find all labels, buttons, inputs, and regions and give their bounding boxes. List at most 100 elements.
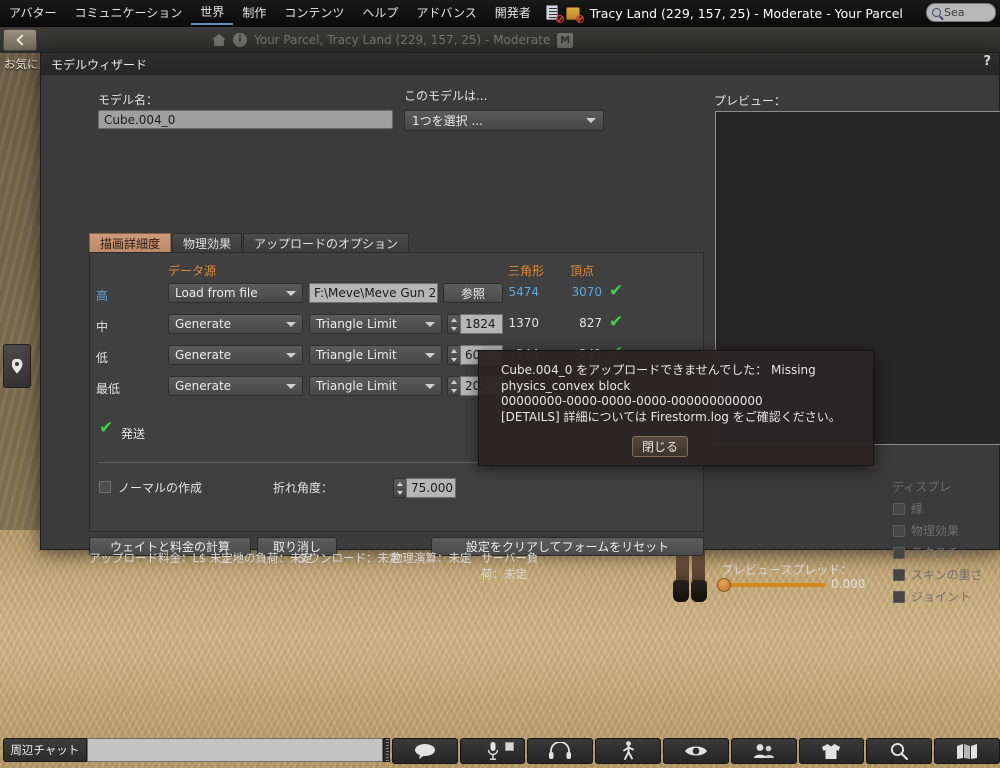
- spinner-down-icon[interactable]: [451, 326, 457, 331]
- home-icon[interactable]: [212, 34, 226, 46]
- toolbar-button-media[interactable]: [527, 738, 594, 764]
- lod-source-dropdown-low[interactable]: Generate: [168, 345, 303, 365]
- menu-item-developer[interactable]: 開発者: [486, 2, 540, 24]
- lod-source-dropdown-high[interactable]: Load from file: [168, 283, 303, 303]
- avatar-boot-left: [673, 580, 689, 602]
- spinner-down-icon[interactable]: [397, 490, 403, 495]
- lod-limit-type-dropdown-medium[interactable]: Triangle Limit: [309, 314, 442, 334]
- model-wizard-floater[interactable]: モデルウィザード ? モデル名： このモデルは... 1つを選択 ... 描画詳…: [40, 52, 1000, 604]
- menu-item-world[interactable]: 世界: [191, 1, 234, 25]
- lod-limit-spinner-lowest[interactable]: [447, 376, 460, 396]
- help-button[interactable]: ?: [983, 54, 991, 69]
- lod-limit-type-dropdown-lowest[interactable]: Triangle Limit: [309, 376, 442, 396]
- people-group-icon: [753, 744, 774, 758]
- preview-spread-knob[interactable]: [717, 578, 731, 592]
- bottom-toolbar[interactable]: 周辺チャット: [0, 738, 1000, 768]
- floater-title-bar[interactable]: モデルウィザード ?: [41, 53, 999, 75]
- toolbar-button-move[interactable]: [595, 738, 661, 764]
- toolbar-button-chat[interactable]: [391, 738, 458, 764]
- toolbar-button-view[interactable]: [663, 738, 729, 764]
- maturity-badge: M: [557, 32, 574, 48]
- toolbar-button-voice[interactable]: [459, 738, 526, 764]
- preview-spread-slider[interactable]: [721, 583, 826, 587]
- wizard-tabs[interactable]: 描画詳細度 物理効果 アップロードのオプション: [89, 233, 410, 252]
- spinner-up-icon[interactable]: [451, 317, 457, 322]
- checkbox[interactable]: [893, 546, 905, 559]
- toolbar-button-people[interactable]: [730, 738, 797, 764]
- display-option-label: ジョイント: [911, 590, 972, 604]
- search-icon: [932, 8, 941, 17]
- lod-limit-spinner-low[interactable]: [447, 345, 460, 365]
- lod-limit-spinner-medium[interactable]: [447, 314, 460, 334]
- back-button[interactable]: [3, 29, 37, 51]
- display-option-textures[interactable]: テクスチャ: [893, 544, 971, 561]
- navbar-location-group[interactable]: i Your Parcel, Tracy Land (229, 157, 25)…: [212, 32, 574, 48]
- menu-item-build[interactable]: 制作: [233, 2, 275, 24]
- lod-row-label-high: 高: [96, 289, 109, 303]
- this-model-label: このモデルは...: [404, 89, 488, 103]
- tab-level-of-detail[interactable]: 描画詳細度: [89, 233, 172, 252]
- display-option-physics[interactable]: 物理効果: [893, 522, 959, 539]
- tab-upload-options[interactable]: アップロードのオプション: [243, 233, 410, 252]
- spinner-up-icon[interactable]: [451, 379, 457, 384]
- info-icon[interactable]: i: [233, 33, 247, 47]
- display-option-label: 縁: [911, 502, 924, 516]
- minimap-pin-button[interactable]: [3, 344, 31, 388]
- column-header-source: データ源: [168, 264, 217, 278]
- toolbar-button-search[interactable]: [866, 738, 933, 764]
- crease-angle-label: 折れ角度：: [273, 481, 334, 495]
- menu-item-help[interactable]: ヘルプ: [353, 2, 407, 24]
- search-icon: [891, 742, 909, 760]
- tab-physics[interactable]: 物理効果: [172, 233, 243, 252]
- browse-button-high[interactable]: 参照: [443, 283, 503, 303]
- display-option-label: スキンの重さ: [911, 568, 983, 582]
- navbar-location-text: Your Parcel, Tracy Land (229, 157, 25) -…: [254, 33, 551, 47]
- model-name-input[interactable]: [98, 110, 393, 129]
- main-menu-bar[interactable]: アバター コミュニケーション 世界 制作 コンテンツ ヘルプ アドバンス 開発者…: [0, 0, 1000, 27]
- lod-source-dropdown-medium[interactable]: Generate: [168, 314, 303, 334]
- status-physics: 物理演算：未定: [391, 551, 472, 565]
- menu-item-communication[interactable]: コミュニケーション: [66, 2, 192, 24]
- voice-toggle-indicator[interactable]: [505, 742, 515, 751]
- preview-spread-label: プレビュースプレッド：: [721, 563, 853, 577]
- chevron-down-icon: [286, 290, 296, 296]
- lod-limit-type-dropdown-low[interactable]: Triangle Limit: [309, 345, 442, 365]
- menu-item-advanced[interactable]: アドバンス: [407, 2, 485, 24]
- spinner-up-icon[interactable]: [451, 348, 457, 353]
- lod-source-dropdown-lowest[interactable]: Generate: [168, 376, 303, 396]
- this-model-value: 1つを選択 ...: [412, 114, 483, 128]
- crease-angle-value[interactable]: 75.000: [406, 478, 456, 498]
- local-chat-button[interactable]: 周辺チャット: [3, 738, 87, 762]
- menu-item-content[interactable]: コンテンツ: [275, 2, 353, 24]
- spinner-down-icon[interactable]: [451, 357, 457, 362]
- column-header-triangles: 三角形: [508, 264, 545, 278]
- chat-resize-grip[interactable]: [382, 738, 390, 762]
- lod-file-path-high[interactable]: F:\Meve\Meve Gun 2 K: [309, 283, 438, 303]
- chat-input[interactable]: [86, 738, 383, 762]
- checkbox[interactable]: [893, 502, 905, 515]
- crease-angle-spinner[interactable]: [393, 478, 406, 498]
- navigation-bar[interactable]: i Your Parcel, Tracy Land (229, 157, 25)…: [0, 27, 1000, 53]
- display-option-edges[interactable]: 縁: [893, 500, 923, 517]
- checkbox[interactable]: [893, 590, 905, 603]
- toolbar-button-map[interactable]: [934, 738, 1000, 764]
- generate-normals-checkbox[interactable]: [99, 481, 111, 493]
- menu-item-avatar[interactable]: アバター: [0, 2, 66, 24]
- checkbox[interactable]: [893, 524, 905, 537]
- build-disabled-icon: [565, 5, 584, 23]
- this-model-dropdown[interactable]: 1つを選択 ...: [404, 110, 604, 131]
- display-option-joints[interactable]: ジョイント: [893, 588, 971, 605]
- lod-source-value-high: Load from file: [175, 286, 258, 300]
- error-close-button[interactable]: 閉じる: [632, 436, 688, 457]
- spinner-down-icon[interactable]: [451, 388, 457, 393]
- search-placeholder: Sea: [944, 6, 965, 19]
- floater-title-text: モデルウィザード: [51, 57, 148, 72]
- chevron-down-icon: [286, 352, 296, 358]
- checkbox[interactable]: [893, 568, 905, 581]
- display-option-label: 物理効果: [911, 524, 960, 538]
- upload-error-dialog[interactable]: Cube.004_0 をアップロードできませんでした： Missing phys…: [478, 350, 874, 466]
- display-option-skin-weights[interactable]: スキンの重さ: [893, 566, 983, 583]
- search-box[interactable]: Sea: [926, 3, 996, 22]
- spinner-up-icon[interactable]: [397, 481, 403, 486]
- toolbar-button-appearance[interactable]: [798, 738, 865, 764]
